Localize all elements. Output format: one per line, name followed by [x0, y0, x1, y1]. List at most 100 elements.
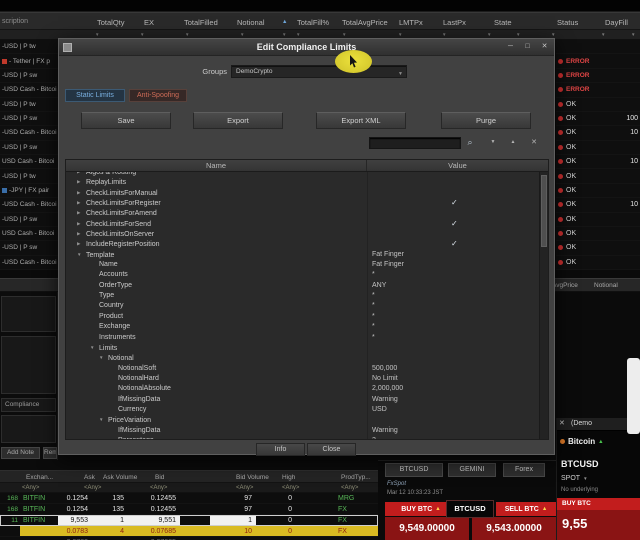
blotter-row[interactable]: USD Cash - Bitcoi [0, 226, 60, 242]
blotter-status-row[interactable]: ERROR [556, 83, 640, 98]
save-button[interactable]: Save [81, 112, 171, 129]
blotter-status-row[interactable]: OK [556, 169, 640, 184]
tree-expanded-icon[interactable]: ▼ [90, 343, 99, 353]
tree-row-value[interactable] [367, 353, 539, 364]
tree-row-value[interactable]: 2,000,000 [367, 384, 539, 395]
market-row[interactable]: 0.0783 4 0.07685 10 0 FX [0, 526, 378, 537]
tree-row-value[interactable] [367, 342, 539, 354]
blotter-row[interactable]: -USD | P sw [0, 111, 60, 127]
tab-static-limits[interactable]: Static Limits [65, 89, 125, 102]
groups-dropdown[interactable]: DemoCrypto ▼ [231, 65, 407, 78]
export-xml-button[interactable]: Export XML [316, 112, 406, 129]
tree-row[interactable]: ▼ Limits [66, 342, 539, 354]
tree-row[interactable]: Country * [66, 301, 539, 312]
close-icon[interactable]: ✕ [559, 419, 565, 427]
tree-row[interactable]: Product * [66, 311, 539, 323]
blotter-status-row[interactable]: OK [556, 226, 640, 242]
remove-button[interactable]: Rem [43, 447, 57, 459]
side-buy-button[interactable]: BUY BTC [557, 498, 640, 510]
tree-row[interactable]: Percentage 2 [66, 435, 539, 439]
filter-chevron-icon[interactable]: ▼ [342, 32, 346, 37]
tree-row[interactable]: NotionalAbsolute 2,000,000 [66, 384, 539, 395]
filter-chevron-icon[interactable]: ▼ [296, 32, 300, 37]
filter-chevron-icon[interactable]: ▼ [140, 32, 144, 37]
blotter-row[interactable]: -USD Cash - Bitcoi [0, 126, 60, 141]
tree-row-value[interactable]: Fat Finger [367, 249, 539, 261]
blotter-status-row[interactable]: OK 10 [556, 155, 640, 170]
add-note-button[interactable]: Add Note [1, 447, 40, 459]
market-column-header-high[interactable]: High [282, 474, 295, 481]
filter-chevron-icon[interactable]: ▼ [282, 32, 286, 37]
blotter-status-row[interactable]: OK 100 [556, 111, 640, 127]
market-filter-any[interactable]: <Any> [150, 485, 167, 491]
blotter-row[interactable]: -USD | P sw [0, 241, 60, 256]
tree-row[interactable]: Currency USD [66, 404, 539, 416]
filter-chevron-icon[interactable]: ▼ [185, 32, 189, 37]
blotter-row[interactable]: -JPY | FX pair [0, 183, 60, 199]
blotter-row[interactable]: -USD | P tw [0, 40, 60, 55]
market-column-header-bid[interactable]: Bid [155, 474, 164, 481]
column-header-avgprice[interactable]: AvgPrice [552, 282, 578, 289]
tree-row[interactable]: ▶ CheckLimitsForRegister ✓ [66, 198, 539, 209]
compliance-panel-tab[interactable]: Compliance [1, 398, 56, 412]
market-column-header-askvolume[interactable]: Ask Volume [103, 474, 137, 481]
tree-scrollbar[interactable] [539, 172, 548, 439]
column-header-dayfill[interactable]: DayFill [605, 18, 628, 27]
filter-chevron-icon[interactable]: ▼ [631, 32, 635, 37]
filter-chevron-icon[interactable]: ▼ [240, 32, 244, 37]
tree-row-value[interactable]: * [367, 291, 539, 302]
tree-collapsed-icon[interactable]: ▶ [77, 177, 86, 187]
blotter-row[interactable]: -USD Cash - Bitcoi [0, 83, 60, 98]
blotter-row[interactable]: -USD | P tw [0, 97, 60, 112]
tree-collapsed-icon[interactable]: ▶ [77, 198, 86, 208]
tree-row[interactable]: Exchange * [66, 322, 539, 333]
search-prev-icon[interactable]: ▲ [506, 136, 520, 149]
tree-row-value[interactable]: * [367, 322, 539, 333]
column-header-notional[interactable]: Notional [594, 282, 618, 289]
info-button[interactable]: Info [256, 443, 305, 456]
market-row[interactable]: 168 BITFIN 0.1254 135 0.12455 97 0 FX [0, 504, 378, 515]
sell-price[interactable]: 9,543.00000 [472, 517, 556, 540]
tree-collapsed-icon[interactable]: ▶ [77, 188, 86, 198]
instrument-type-row[interactable]: SPOT ▼ [561, 475, 588, 482]
tree-header-value[interactable]: Value [367, 160, 548, 171]
tree-row[interactable]: ▶ CheckLimitsForManual [66, 187, 539, 199]
search-clear-icon[interactable]: ✕ [527, 136, 541, 149]
filter-chevron-icon[interactable]: ▼ [516, 32, 520, 37]
tree-row-value[interactable]: 500,000 [367, 363, 539, 374]
blotter-status-row[interactable]: OK [556, 241, 640, 256]
tree-row[interactable]: NotionalSoft 500,000 [66, 363, 539, 374]
tree-row[interactable]: ▼ PriceVariation [66, 415, 539, 426]
tree-row-value[interactable]: Fat Finger [367, 260, 539, 271]
market-column-header-ask[interactable]: Ask [84, 474, 95, 481]
column-header-state[interactable]: State [494, 18, 512, 27]
blotter-row[interactable]: -USD | P sw [0, 68, 60, 84]
tree-row[interactable]: OrderType ANY [66, 280, 539, 292]
scrollbar-thumb[interactable] [541, 175, 547, 247]
tree-row-value[interactable]: ✓ [367, 239, 539, 250]
blotter-row[interactable]: -USD | P tw [0, 169, 60, 184]
market-column-header-bidvolume[interactable]: Bid Volume [236, 474, 269, 481]
tree-row-value[interactable] [367, 177, 539, 188]
market-column-header-exchan[interactable]: Exchan... [26, 474, 53, 481]
filter-chevron-icon[interactable]: ▼ [442, 32, 446, 37]
tree-row-value[interactable]: 2 [367, 435, 539, 439]
dialog-close-button[interactable]: Close [307, 443, 356, 456]
side-buy-price[interactable]: 9,55 [557, 510, 640, 540]
tree-row[interactable]: Accounts * [66, 270, 539, 281]
tree-row[interactable]: ▼ Template Fat Finger [66, 249, 539, 261]
market-column-header-prodtyp[interactable]: ProdTyp... [341, 474, 371, 481]
filter-chevron-icon[interactable]: ▼ [601, 32, 605, 37]
blotter-row[interactable]: -USD | P sw [0, 212, 60, 227]
tab-anti-spoofing[interactable]: Anti-Spoofing [129, 89, 187, 102]
blotter-row[interactable]: -USD | P sw [0, 140, 60, 155]
tree-row[interactable]: ▶ CheckLimitsForSend ✓ [66, 218, 539, 230]
blotter-status-row[interactable]: OK [556, 140, 640, 155]
blotter-row[interactable]: USD Cash - Bitcoi [0, 155, 60, 170]
blotter-status-row[interactable] [556, 40, 640, 55]
tree-row[interactable]: NotionalHard No Limit [66, 373, 539, 385]
column-header-lastpx[interactable]: LastPx [443, 18, 466, 27]
blotter-status-row[interactable]: ERROR [556, 68, 640, 84]
market-filter-any[interactable]: <Any> [341, 485, 358, 491]
tree-row-value[interactable]: Warning [367, 425, 539, 436]
